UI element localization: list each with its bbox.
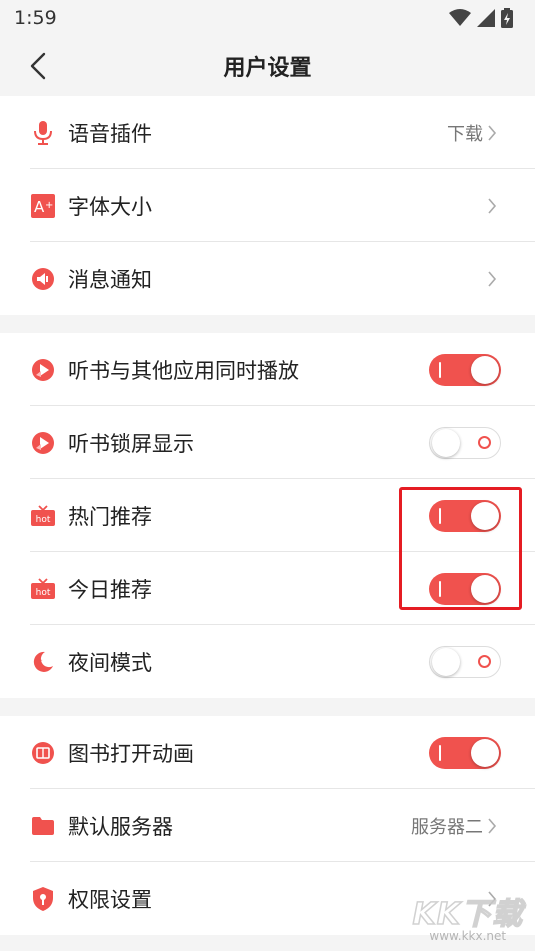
group-spacer [0, 315, 535, 333]
settings-group-general: 语音插件 下载 A + 字体大小 消息通知 [0, 96, 535, 315]
status-icons [449, 8, 513, 28]
setting-font-size[interactable]: A + 字体大小 [0, 169, 535, 242]
battery-icon [501, 8, 513, 28]
setting-simultaneous-play: 听书与其他应用同时播放 [0, 333, 535, 406]
chevron-right-icon [487, 269, 501, 289]
toggle-switch[interactable] [429, 736, 501, 769]
group-spacer [0, 698, 535, 716]
setting-lockscreen-display: 听书锁屏显示 [0, 406, 535, 479]
setting-label: 语音插件 [68, 121, 152, 146]
notification-icon [30, 266, 56, 292]
status-time: 1:59 [14, 7, 57, 29]
book-animation-icon [30, 740, 56, 766]
setting-book-animation: 图书打开动画 [0, 716, 535, 789]
header: 用户设置 [0, 36, 535, 96]
chevron-right-icon [487, 816, 501, 836]
chevron-right-icon [487, 123, 501, 143]
hot-badge-icon: hot [30, 503, 56, 529]
signal-icon [477, 9, 495, 27]
setting-night-mode: 夜间模式 [0, 625, 535, 698]
toggle-switch[interactable] [429, 645, 501, 678]
hot-badge-text: hot [36, 588, 51, 598]
setting-voice-plugin[interactable]: 语音插件 下载 [0, 96, 535, 169]
page-title: 用户设置 [223, 56, 312, 81]
wifi-icon [449, 9, 471, 26]
setting-default-server[interactable]: 默认服务器 服务器二 [0, 789, 535, 862]
back-button[interactable] [22, 50, 54, 82]
setting-label: 听书锁屏显示 [68, 431, 194, 456]
svg-text:A: A [34, 198, 45, 216]
toggle-switch[interactable] [429, 353, 501, 386]
moon-icon [30, 649, 56, 675]
toggle-switch[interactable] [429, 572, 501, 605]
svg-text:+: + [45, 200, 53, 211]
setting-hot-recommend: hot 热门推荐 [0, 479, 535, 552]
lockscreen-play-icon [30, 430, 56, 456]
setting-label: 字体大小 [68, 194, 152, 219]
setting-label: 听书与其他应用同时播放 [68, 358, 299, 383]
play-audio-icon [30, 357, 56, 383]
chevron-left-icon [30, 52, 46, 80]
toggle-switch[interactable] [429, 499, 501, 532]
setting-value: 服务器二 [411, 816, 483, 838]
setting-label: 今日推荐 [68, 577, 152, 602]
setting-value: 下载 [447, 123, 483, 145]
setting-label: 默认服务器 [68, 814, 173, 839]
folder-icon [30, 813, 56, 839]
setting-label: 消息通知 [68, 267, 152, 292]
watermark-logo: KK下载 [412, 896, 523, 933]
settings-group-playback: 听书与其他应用同时播放 听书锁屏显示 hot 热门推荐 hot 今日推荐 夜间模… [0, 333, 535, 698]
hot-badge-icon: hot [30, 576, 56, 602]
setting-label: 夜间模式 [68, 650, 152, 675]
setting-label: 图书打开动画 [68, 741, 194, 766]
chevron-right-icon [487, 196, 501, 216]
setting-today-recommend: hot 今日推荐 [0, 552, 535, 625]
hot-badge-text: hot [36, 515, 51, 525]
setting-label: 热门推荐 [68, 504, 152, 529]
toggle-switch[interactable] [429, 426, 501, 459]
watermark: KK下载 www.kkx.net [412, 889, 524, 943]
setting-notification[interactable]: 消息通知 [0, 242, 535, 315]
microphone-icon [30, 120, 56, 146]
font-size-icon: A + [30, 193, 56, 219]
status-bar: 1:59 [0, 0, 535, 36]
shield-key-icon [30, 886, 56, 912]
